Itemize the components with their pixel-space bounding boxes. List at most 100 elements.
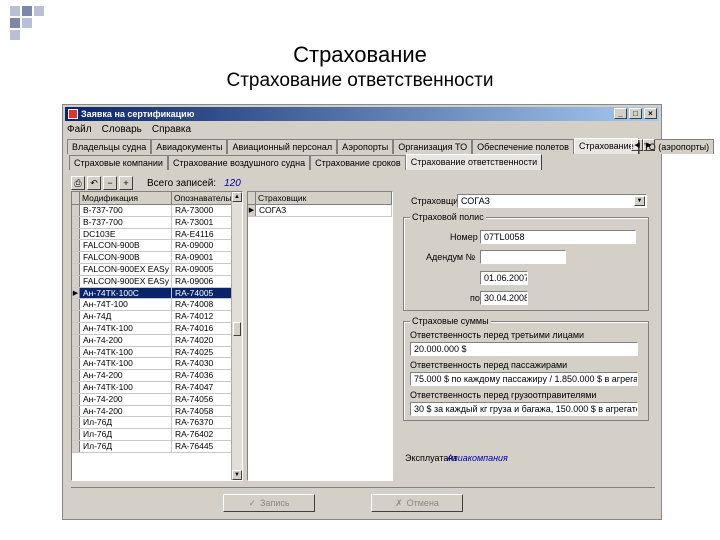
column-header[interactable]: Страховщик (256, 192, 392, 204)
add-icon[interactable]: + (119, 176, 133, 190)
registration-cell: RA-09006 (172, 275, 232, 287)
insurer-table[interactable]: Страховщик ▶ СОГАЗ (247, 191, 393, 481)
scrollbar-thumb[interactable] (233, 322, 241, 336)
table-row[interactable]: FALCON-900B RA-09000 (72, 240, 242, 253)
passengers-field[interactable]: 75.000 $ по каждому пассажиру / 1.850.00… (410, 372, 638, 386)
menu-file[interactable]: Файл (67, 123, 92, 137)
registration-cell: RA-74047 (172, 381, 232, 393)
tab-sub-2[interactable]: Страхование сроков (310, 155, 406, 170)
tab-main-2[interactable]: Авиационный персонал (227, 139, 338, 154)
row-indicator (72, 370, 80, 381)
table-row[interactable]: Ан-74-200 RA-74036 (72, 370, 242, 382)
modification-cell: Ан-74ТК-100 (80, 346, 172, 358)
record-count-label: Всего записей: (147, 177, 217, 189)
number-field[interactable]: 07TL0058 (480, 230, 636, 244)
modification-cell: FALCON-900B (80, 240, 172, 252)
tab-sub-3[interactable]: Страхование ответственности (405, 154, 543, 170)
tab-scroll-right-icon[interactable]: ▶ (643, 139, 655, 151)
table-row[interactable]: Ан-74-200 RA-74056 (72, 393, 242, 406)
third-party-label: Ответственность перед третьими лицами (410, 330, 585, 340)
close-button[interactable]: × (644, 108, 657, 119)
table-row[interactable]: Ан-74ТК-100 RA-74047 (72, 381, 242, 394)
save-button[interactable]: ✓ Запись (223, 494, 315, 512)
insurer-select[interactable]: СОГАЗ ▼ (457, 194, 647, 208)
tab-main-5[interactable]: Обеспечение полетов (472, 139, 574, 154)
scroll-up-icon[interactable]: ▲ (232, 192, 242, 202)
registration-cell: RA-76445 (172, 440, 232, 452)
print-icon[interactable]: ⎙ (71, 176, 85, 190)
menu-dictionary[interactable]: Словарь (102, 123, 142, 137)
modification-cell: Ил-76Д (80, 440, 172, 452)
table-row[interactable]: Ан-74ТК-100 RA-74030 (72, 358, 242, 371)
modification-cell: Ил-76Д (80, 417, 172, 429)
row-indicator-header (248, 192, 256, 204)
table-row[interactable]: Ан-74-200 RA-74058 (72, 405, 242, 418)
table-row[interactable]: Ил-76Д RA-76402 (72, 429, 242, 441)
tab-main-3[interactable]: Аэропорты (337, 139, 394, 154)
undo-icon[interactable]: ↶ (87, 176, 101, 190)
table-row[interactable]: FALCON-900EX EASy RA-09006 (72, 275, 242, 288)
table-row[interactable]: FALCON-900B RA-09001 (72, 252, 242, 264)
table-row[interactable]: Ил-76Д RA-76445 (72, 440, 242, 453)
window-titlebar[interactable]: Заявка на сертификацию _ □ × (65, 107, 659, 121)
cancel-icon: ✗ (395, 498, 403, 508)
cancel-button[interactable]: ✗ Отмена (371, 494, 463, 512)
table-row[interactable]: ▶ СОГАЗ (248, 205, 392, 217)
decor-square (34, 6, 44, 16)
column-header[interactable]: Опознавательн (172, 192, 232, 204)
table-row[interactable]: ▶ Ан-74ТК-100С RA-74005 (72, 287, 242, 300)
number-label: Номер (450, 232, 478, 242)
period-to-field[interactable]: 30.04.2008 (480, 291, 528, 305)
decor-square (22, 6, 32, 16)
row-indicator (72, 205, 80, 216)
table-row[interactable]: Ан-74Д RA-74012 (72, 311, 242, 323)
addendum-field[interactable] (480, 250, 566, 264)
tab-main-0[interactable]: Владельцы судна (67, 139, 152, 154)
registration-cell: RA-E4116 (172, 228, 232, 240)
registration-cell: RA-74020 (172, 334, 232, 346)
table-row[interactable]: Ан-74-200 RA-74020 (72, 334, 242, 347)
delete-icon[interactable]: − (103, 176, 117, 190)
modification-cell: FALCON-900EX EASy (80, 275, 172, 287)
table-row[interactable]: Ан-74ТК-100 RA-74025 (72, 346, 242, 359)
table-row[interactable]: B-737-700 RA-73001 (72, 216, 242, 229)
table-row[interactable]: Ан-74Т-100 RA-74008 (72, 299, 242, 312)
column-header[interactable]: Модификация (80, 192, 172, 204)
tab-scroll-left-icon[interactable]: ◀ (631, 139, 643, 151)
tab-main-1[interactable]: Авиадокументы (151, 139, 228, 154)
aircraft-table[interactable]: Модификация Опознавательн B-737-700 RA-73… (71, 191, 243, 481)
minimize-button[interactable]: _ (614, 108, 627, 119)
modification-cell: Ан-74ТК-100 (80, 381, 172, 393)
scroll-down-icon[interactable]: ▼ (232, 470, 242, 480)
chevron-down-icon[interactable]: ▼ (634, 196, 645, 206)
row-indicator: ▶ (72, 287, 80, 299)
table-row[interactable]: B-737-700 RA-73000 (72, 205, 242, 217)
cargo-field[interactable]: 30 $ за каждый кг груза и багажа, 150.00… (410, 402, 638, 416)
registration-cell: RA-76402 (172, 429, 232, 440)
table-row[interactable]: FALCON-900EX EASy RA-09005 (72, 263, 242, 276)
table-body: B-737-700 RA-73000 B-737-700 RA-73001 DC10ЗЕ… (72, 205, 242, 453)
tab-sub-0[interactable]: Страховые компании (69, 155, 168, 170)
policy-group: Страховой полис Номер 07TL0058 Адендум №… (403, 212, 649, 311)
row-indicator (72, 440, 80, 452)
tab-main-4[interactable]: Организация ТО (393, 139, 473, 154)
registration-cell: RA-74008 (172, 299, 232, 311)
action-bar: ✓ Запись ✗ Отмена (71, 487, 655, 516)
tab-main-6[interactable]: Страхование (573, 138, 639, 154)
passengers-label: Ответственность перед пассажирами (410, 360, 568, 370)
table-row[interactable]: Ан-74ТК-100 RA-74016 (72, 322, 242, 335)
tab-sub-1[interactable]: Страхование воздушного судна (167, 155, 311, 170)
third-party-field[interactable]: 20.000.000 $ (410, 342, 638, 356)
maximize-button[interactable]: □ (629, 108, 642, 119)
vertical-scrollbar[interactable]: ▲ ▼ (231, 192, 242, 480)
policy-group-title: Страховой полис (410, 212, 486, 222)
slide-title: Страхование (293, 42, 427, 67)
row-indicator (72, 216, 80, 228)
row-indicator (72, 299, 80, 311)
menu-help[interactable]: Справка (152, 123, 191, 137)
period-from-field[interactable]: 01.06.2007 (480, 271, 528, 285)
table-row[interactable]: Ил-76Д RA-76370 (72, 417, 242, 430)
main-tabs: Владельцы судна Авиадокументы Авиационный … (67, 138, 715, 154)
registration-cell: RA-74016 (172, 322, 232, 334)
table-row[interactable]: DC10ЗЕ RA-E4116 (72, 228, 242, 241)
